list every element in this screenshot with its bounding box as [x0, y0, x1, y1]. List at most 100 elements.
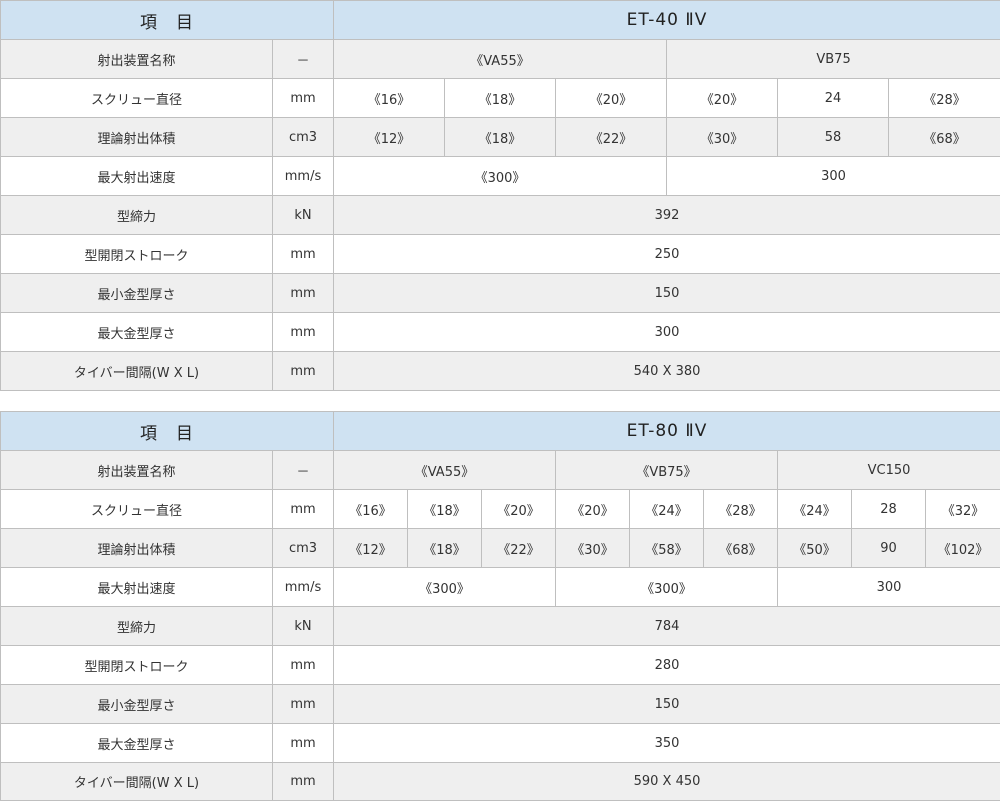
table-row: 型開閉ストローク mm 280 — [0, 645, 1000, 685]
screw-diameter-cell: 《20》 — [481, 489, 556, 529]
row-unit: mm — [272, 273, 334, 313]
row-label: 理論射出体積 — [0, 117, 273, 157]
injection-volume-cell: 58 — [777, 117, 889, 157]
table-row: 最大射出速度 mm/s 《300》 《300》 300 — [0, 567, 1000, 607]
item-header: 項 目 — [0, 0, 334, 40]
row-label: 型締力 — [0, 195, 273, 235]
screw-diameter-cell: 《16》 — [333, 78, 445, 118]
row-unit: mm — [272, 723, 334, 763]
injection-unit-cell: 《VA55》 — [333, 450, 556, 490]
row-label: スクリュー直径 — [0, 489, 273, 529]
injection-volume-cell: 《22》 — [555, 117, 667, 157]
row-unit: kN — [272, 606, 334, 646]
row-label: 射出装置名称 — [0, 39, 273, 79]
row-label: スクリュー直径 — [0, 78, 273, 118]
table-row: 型開閉ストローク mm 250 — [0, 234, 1000, 274]
table-row: 理論射出体積 cm3 《12》 《18》 《22》 《30》 《58》 《68》… — [0, 528, 1000, 568]
clamping-force-cell: 784 — [332, 606, 1000, 646]
injection-speed-cell: 300 — [665, 156, 1000, 196]
injection-speed-cell: 《300》 — [333, 567, 556, 607]
injection-volume-cell: 《18》 — [407, 528, 482, 568]
row-label: 型締力 — [0, 606, 273, 646]
screw-diameter-cell: 《16》 — [333, 489, 408, 529]
row-unit: mm — [272, 312, 334, 352]
injection-volume-cell: 《22》 — [481, 528, 556, 568]
mold-stroke-cell: 280 — [332, 645, 1000, 685]
min-mold-thickness-cell: 150 — [332, 273, 1000, 313]
row-unit: mm/s — [272, 567, 334, 607]
injection-volume-cell: 《68》 — [703, 528, 778, 568]
screw-diameter-cell: 《28》 — [703, 489, 778, 529]
screw-diameter-cell: 《18》 — [407, 489, 482, 529]
injection-unit-cell: 《VA55》 — [333, 39, 667, 79]
injection-volume-cell: 《30》 — [666, 117, 778, 157]
table-row: タイバー間隔(W X L) mm 590 X 450 — [0, 762, 1000, 801]
max-mold-thickness-cell: 300 — [332, 312, 1000, 352]
row-unit: cm3 — [272, 528, 334, 568]
injection-volume-cell: 《58》 — [629, 528, 704, 568]
row-label: 最小金型厚さ — [0, 684, 273, 724]
screw-diameter-cell: 《18》 — [444, 78, 556, 118]
model-name: ET-80 ⅡV — [332, 411, 1000, 451]
row-label: 最大射出速度 — [0, 567, 273, 607]
table-row: 最大金型厚さ mm 300 — [0, 312, 1000, 352]
injection-volume-cell: 90 — [851, 528, 926, 568]
table-row: 型締力 kN 784 — [0, 606, 1000, 646]
table-row: 射出装置名称 － 《VA55》 VB75 — [0, 39, 1000, 79]
table-row: 最小金型厚さ mm 150 — [0, 273, 1000, 313]
injection-volume-cell: 《12》 — [333, 117, 445, 157]
screw-diameter-cell: 28 — [851, 489, 926, 529]
row-label: 型開閉ストローク — [0, 234, 273, 274]
min-mold-thickness-cell: 150 — [332, 684, 1000, 724]
injection-volume-cell: 《68》 — [887, 117, 1000, 157]
screw-diameter-cell: 《28》 — [887, 78, 1000, 118]
injection-unit-cell: VC150 — [776, 450, 1000, 490]
spec-table-et40: 項 目 ET-40 ⅡV 射出装置名称 － 《VA55》 VB75 スクリュー直… — [0, 0, 1000, 391]
screw-diameter-cell: 24 — [777, 78, 889, 118]
table-row: 最小金型厚さ mm 150 — [0, 684, 1000, 724]
table-row: 最大射出速度 mm/s 《300》 300 — [0, 156, 1000, 196]
row-unit: mm — [272, 351, 334, 391]
row-unit: mm — [272, 234, 334, 274]
row-unit: mm — [272, 645, 334, 685]
injection-volume-cell: 《30》 — [555, 528, 630, 568]
tie-bar-spacing-cell: 540 X 380 — [332, 351, 1000, 391]
table-row: 射出装置名称 － 《VA55》 《VB75》 VC150 — [0, 450, 1000, 490]
screw-diameter-cell: 《24》 — [629, 489, 704, 529]
table-row: 型締力 kN 392 — [0, 195, 1000, 235]
injection-volume-cell: 《12》 — [333, 528, 408, 568]
item-header: 項 目 — [0, 411, 334, 451]
row-label: 最大金型厚さ — [0, 312, 273, 352]
table-spacer — [0, 391, 1000, 411]
row-label: 射出装置名称 — [0, 450, 273, 490]
clamping-force-cell: 392 — [332, 195, 1000, 235]
screw-diameter-cell: 《20》 — [555, 489, 630, 529]
row-unit: mm — [272, 78, 334, 118]
row-unit: mm/s — [272, 156, 334, 196]
screw-diameter-cell: 《24》 — [777, 489, 852, 529]
spec-table-et80: 項 目 ET-80 ⅡV 射出装置名称 － 《VA55》 《VB75》 VC15… — [0, 411, 1000, 801]
screw-diameter-cell: 《20》 — [666, 78, 778, 118]
row-unit: mm — [272, 489, 334, 529]
injection-unit-cell: VB75 — [665, 39, 1000, 79]
max-mold-thickness-cell: 350 — [332, 723, 1000, 763]
row-label: 最小金型厚さ — [0, 273, 273, 313]
table-row: スクリュー直径 mm 《16》 《18》 《20》 《20》 24 《28》 — [0, 78, 1000, 118]
model-name: ET-40 ⅡV — [332, 0, 1000, 40]
injection-volume-cell: 《50》 — [777, 528, 852, 568]
screw-diameter-cell: 《20》 — [555, 78, 667, 118]
injection-speed-cell: 《300》 — [333, 156, 667, 196]
table-row: 最大金型厚さ mm 350 — [0, 723, 1000, 763]
row-unit: kN — [272, 195, 334, 235]
row-label: タイバー間隔(W X L) — [0, 351, 273, 391]
injection-unit-cell: 《VB75》 — [555, 450, 778, 490]
injection-volume-cell: 《102》 — [924, 528, 1000, 568]
injection-speed-cell: 《300》 — [555, 567, 778, 607]
row-unit: mm — [272, 684, 334, 724]
row-label: 最大金型厚さ — [0, 723, 273, 763]
row-unit: － — [272, 39, 334, 79]
row-label: 理論射出体積 — [0, 528, 273, 568]
mold-stroke-cell: 250 — [332, 234, 1000, 274]
injection-speed-cell: 300 — [776, 567, 1000, 607]
row-unit: mm — [272, 762, 334, 801]
